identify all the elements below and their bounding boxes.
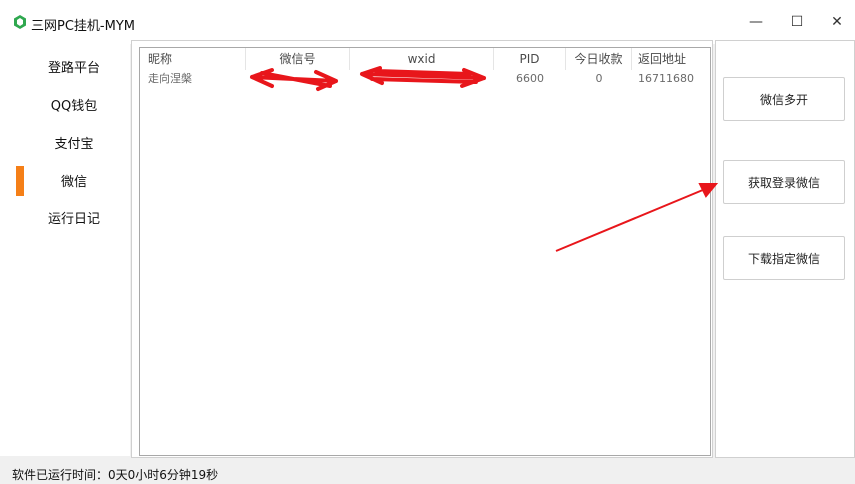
sidebar: 登路平台 QQ钱包 支付宝 微信 运行日记 — [0, 44, 130, 456]
maximize-icon: ☐ — [790, 14, 804, 30]
table-row[interactable]: 走向涅槃 6600 0 16711680 — [140, 70, 710, 88]
sidebar-item-label: 支付宝 — [54, 137, 94, 152]
sidebar-item-label: QQ钱包 — [50, 99, 98, 114]
download-specific-wechat-button[interactable]: 下载指定微信 — [723, 236, 845, 280]
cell-return-address: 16711680 — [638, 72, 694, 85]
column-header-return-address[interactable]: 返回地址 — [632, 48, 710, 70]
close-button[interactable]: ✕ — [819, 10, 855, 34]
close-icon: ✕ — [831, 14, 843, 30]
table-header: 昵称 微信号 wxid PID 今日收款 返回地址 — [140, 48, 710, 70]
cell-nickname: 走向涅槃 — [148, 72, 192, 85]
cell-wechat-id — [246, 70, 350, 88]
cell-today-income: 0 — [595, 72, 603, 85]
maximize-button[interactable]: ☐ — [779, 10, 815, 34]
sidebar-item-qq-wallet[interactable]: QQ钱包 — [0, 95, 130, 119]
minimize-button[interactable]: — — [738, 10, 774, 34]
app-window: 三网PC挂机-MYM — ☐ ✕ 登路平台 QQ钱包 支付宝 微信 运行日记 昵… — [0, 0, 855, 484]
sidebar-item-label: 运行日记 — [47, 212, 100, 227]
wechat-table[interactable]: 昵称 微信号 wxid PID 今日收款 返回地址 走向涅槃 6600 0 16… — [139, 47, 711, 456]
get-logged-in-wechat-button[interactable]: 获取登录微信 — [723, 160, 845, 204]
sidebar-item-wechat[interactable]: 微信 — [0, 171, 130, 195]
sidebar-item-login-platform[interactable]: 登路平台 — [0, 57, 130, 81]
column-header-today-income[interactable]: 今日收款 — [566, 48, 632, 70]
column-header-wxid[interactable]: wxid — [350, 48, 494, 70]
sidebar-item-run-log[interactable]: 运行日记 — [0, 208, 130, 232]
minimize-icon: — — [749, 14, 763, 30]
wechat-multi-open-button[interactable]: 微信多开 — [723, 77, 845, 121]
column-header-nickname[interactable]: 昵称 — [140, 48, 246, 70]
window-title: 三网PC挂机-MYM — [31, 19, 135, 34]
column-header-wechat-id[interactable]: 微信号 — [246, 48, 350, 70]
sidebar-item-alipay[interactable]: 支付宝 — [0, 133, 130, 157]
title-bar[interactable]: 三网PC挂机-MYM — ☐ ✕ — [0, 0, 855, 44]
cell-pid: 6600 — [516, 72, 544, 85]
app-logo-icon — [13, 15, 27, 29]
sidebar-item-label: 微信 — [60, 175, 87, 190]
runtime-status: 软件已运行时间：0天0小时6分钟19秒 — [12, 468, 219, 482]
column-header-pid[interactable]: PID — [494, 48, 566, 70]
cell-wxid — [350, 70, 494, 88]
main-panel: 昵称 微信号 wxid PID 今日收款 返回地址 走向涅槃 6600 0 16… — [131, 40, 713, 458]
sidebar-item-label: 登路平台 — [47, 61, 100, 76]
action-panel: 微信多开 获取登录微信 下载指定微信 — [715, 40, 855, 458]
